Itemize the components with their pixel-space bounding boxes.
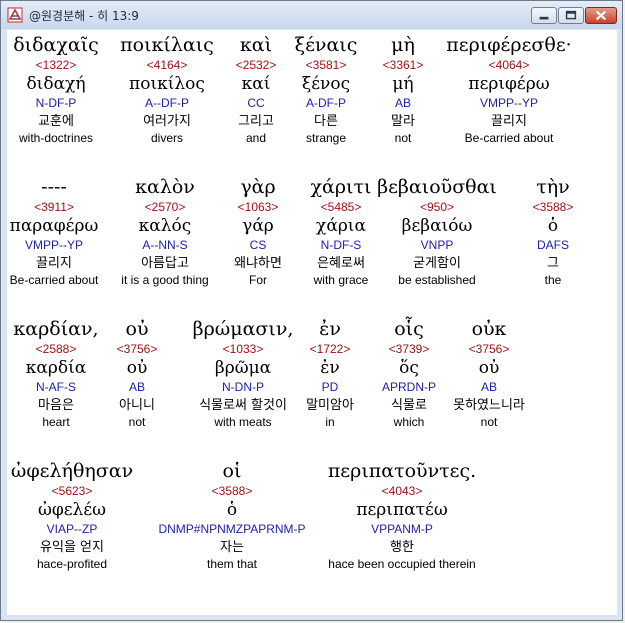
english-gloss: hace been occupied therein xyxy=(328,557,476,571)
minimize-icon xyxy=(539,16,549,20)
minimize-button[interactable] xyxy=(531,7,557,24)
greek-word: περιφέρεσθε· xyxy=(446,34,572,56)
korean-gloss: 그 xyxy=(547,256,559,271)
greek-word: περιπατοῦντες. xyxy=(327,460,477,482)
parsing-view[interactable]: διδαχαῖς <1322> διδαχή N-DF-P 교훈에 with-doctri… xyxy=(7,30,617,615)
window-title: @원경분해 - 히 13:9 xyxy=(29,9,139,23)
parse-code: VPPANM-P xyxy=(371,522,433,536)
maximize-icon xyxy=(565,10,577,20)
strong-number: <3588> xyxy=(532,200,574,214)
title-bar[interactable]: @원경분해 - 히 13:9 xyxy=(1,1,622,29)
close-icon xyxy=(595,10,607,21)
word-column[interactable]: περιπατοῦντες. <4043> περιπατέω VPPANM-P 행한 h… xyxy=(302,458,502,572)
bible-app-icon xyxy=(7,7,23,23)
lemma: οὐ xyxy=(478,358,500,378)
english-gloss: the xyxy=(544,273,562,287)
parse-code: DAFS xyxy=(536,238,569,252)
strong-number: <4064> xyxy=(488,58,530,72)
word-column[interactable]: τὴν <3588> ὁ DAFS 그 the xyxy=(453,174,617,288)
korean-gloss: 행한 xyxy=(390,540,414,555)
word-column[interactable]: περιφέρεσθε· <4064> περιφέρω VMPP--YP 끌리지 Be-… xyxy=(409,32,609,146)
korean-gloss: 끌리지 xyxy=(491,114,527,129)
parse-code: AB xyxy=(480,380,497,394)
app-window: @원경분해 - 히 13:9 διδαχαῖς <1322> διδαχή N-DF-… xyxy=(0,0,623,621)
close-button[interactable] xyxy=(585,7,617,24)
greek-word: τὴν xyxy=(536,176,570,198)
maximize-button[interactable] xyxy=(558,7,584,24)
korean-gloss: 못하였느니라 xyxy=(453,398,525,413)
lemma: ὁ xyxy=(547,216,559,236)
english-gloss: not xyxy=(480,415,498,429)
word-column[interactable]: οὐκ <3756> οὐ AB 못하였느니라 not xyxy=(389,316,589,430)
lemma: περιπατέω xyxy=(356,500,448,520)
lemma: περιφέρω xyxy=(468,74,550,94)
greek-word: οὐκ xyxy=(471,318,507,340)
english-gloss: Be-carried about xyxy=(464,131,554,145)
strong-number: <3756> xyxy=(468,342,510,356)
parse-code: VMPP--YP xyxy=(479,96,538,110)
strong-number: <4043> xyxy=(381,484,423,498)
